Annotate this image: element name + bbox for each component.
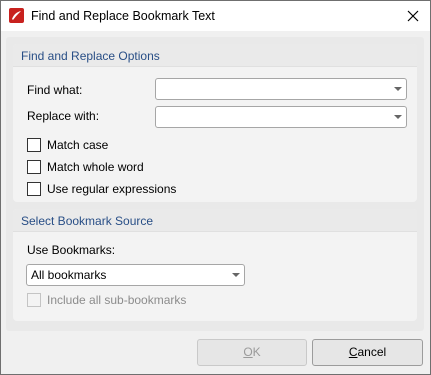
close-button[interactable] (396, 1, 430, 31)
dialog-content: Find and Replace Options Find what: Repl… (6, 37, 424, 331)
group-title: Select Bookmark Source (21, 214, 154, 228)
find-replace-bookmark-dialog: Find and Replace Bookmark Text Find and … (0, 0, 431, 375)
group-header: Select Bookmark Source (13, 209, 417, 232)
ok-button[interactable]: OK (197, 339, 307, 366)
use-bookmarks-value: All bookmarks (31, 268, 107, 282)
pdf-app-icon (9, 8, 24, 23)
match-case-checkbox[interactable] (27, 138, 41, 152)
title-bar: Find and Replace Bookmark Text (1, 1, 430, 31)
find-replace-options-group: Find and Replace Options Find what: Repl… (13, 44, 417, 202)
bookmark-source-group: Select Bookmark Source Use Bookmarks: Al… (13, 209, 417, 321)
chevron-down-icon[interactable] (394, 115, 402, 119)
include-sub-bookmarks-label[interactable]: Include all sub-bookmarks (47, 293, 186, 307)
use-bookmarks-label: Use Bookmarks: (27, 243, 116, 257)
include-sub-bookmarks-checkbox[interactable] (27, 293, 41, 307)
chevron-down-icon[interactable] (232, 273, 240, 277)
group-title: Find and Replace Options (21, 49, 160, 63)
close-icon (407, 10, 419, 22)
group-header: Find and Replace Options (13, 44, 417, 67)
match-whole-word-checkbox[interactable] (27, 160, 41, 174)
window-title: Find and Replace Bookmark Text (31, 9, 215, 23)
match-whole-word-label[interactable]: Match whole word (47, 160, 144, 174)
ok-button-label: K (252, 345, 261, 359)
find-what-label: Find what: (27, 83, 83, 97)
find-what-combobox[interactable] (155, 78, 407, 100)
chevron-down-icon[interactable] (394, 87, 402, 91)
match-case-label[interactable]: Match case (47, 138, 108, 152)
ok-button-accelerator: O (243, 345, 253, 359)
replace-with-combobox[interactable] (155, 106, 407, 128)
use-bookmarks-select[interactable]: All bookmarks (26, 264, 245, 286)
cancel-button-label: ancel (357, 345, 387, 359)
regular-expressions-checkbox[interactable] (27, 182, 41, 196)
regular-expressions-label[interactable]: Use regular expressions (47, 182, 176, 196)
replace-with-label: Replace with: (27, 109, 100, 123)
cancel-button[interactable]: Cancel (312, 339, 423, 366)
